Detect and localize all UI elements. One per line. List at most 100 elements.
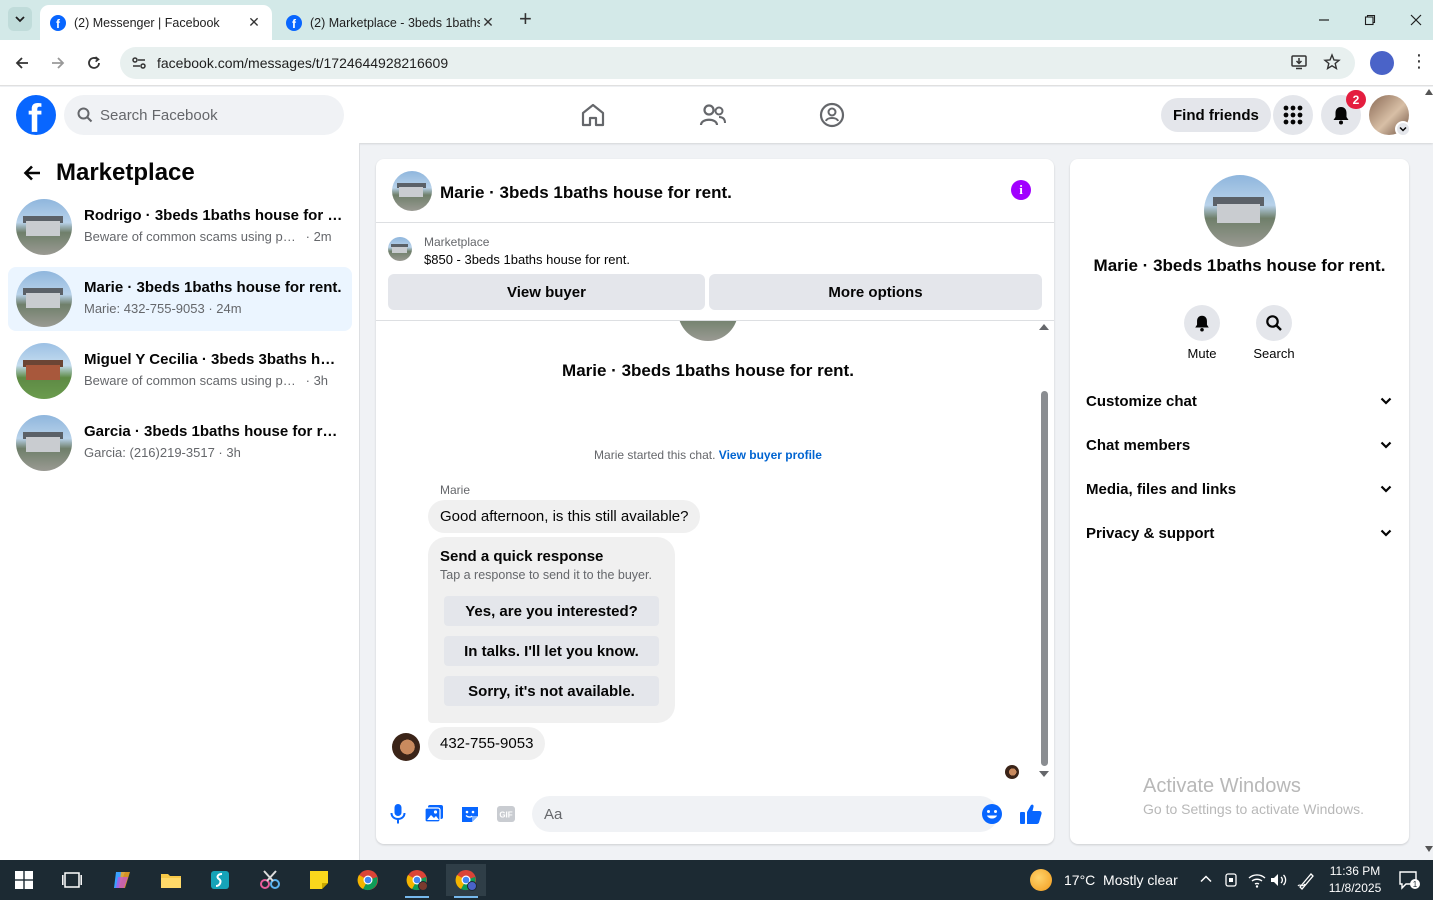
friends-icon[interactable] xyxy=(693,97,733,133)
mute-button[interactable]: Mute xyxy=(1172,305,1232,361)
details-name: Marie · 3beds 1baths house for rent. xyxy=(1093,256,1386,275)
search-in-chat-button[interactable]: Search xyxy=(1244,305,1304,361)
message-input-box[interactable] xyxy=(532,796,998,832)
task-view-icon[interactable] xyxy=(52,864,92,896)
svg-text:1: 1 xyxy=(1413,880,1418,889)
page-title: Marketplace xyxy=(56,159,195,186)
site-settings-icon[interactable] xyxy=(130,54,148,72)
message-bubble[interactable]: 432-755-9053 xyxy=(428,727,546,760)
reload-icon[interactable] xyxy=(81,50,107,76)
notification-center-icon[interactable]: 1 xyxy=(1398,870,1420,893)
scroll-up-arrow-icon[interactable] xyxy=(1039,324,1049,330)
conversation-item-marie[interactable]: Marie · 3beds 1baths house for rent. Mar… xyxy=(8,267,352,331)
message-thread[interactable]: Marie · 3beds 1baths house for rent. Mar… xyxy=(376,321,1054,783)
restore-icon[interactable] xyxy=(1347,0,1393,40)
listing-thumbnail xyxy=(16,271,72,327)
copilot-icon[interactable] xyxy=(102,864,142,896)
listing-thumbnail xyxy=(16,415,72,471)
file-explorer-icon[interactable] xyxy=(151,864,191,896)
sticky-notes-icon[interactable] xyxy=(299,864,339,896)
view-buyer-profile-link[interactable]: View buyer profile xyxy=(719,448,822,462)
close-tab-icon[interactable]: ✕ xyxy=(480,14,496,31)
message-input[interactable] xyxy=(544,796,964,832)
menu-grid-icon[interactable] xyxy=(1273,95,1313,135)
chevron-down-icon xyxy=(15,16,25,23)
conversation-snippet: Beware of common scams using payment... … xyxy=(84,229,332,244)
chrome-profile-icon[interactable] xyxy=(397,864,437,898)
conversation-item-garcia[interactable]: Garcia · 3beds 1baths house for rent. Ga… xyxy=(8,411,352,475)
install-app-icon[interactable] xyxy=(1290,53,1308,76)
scroll-down-arrow-icon[interactable] xyxy=(1039,771,1049,777)
details-avatar[interactable] xyxy=(1204,175,1276,247)
intro-name: Marie · 3beds 1baths house for rent. xyxy=(562,361,854,380)
groups-icon[interactable] xyxy=(812,97,852,133)
facebook-search-box[interactable] xyxy=(64,95,344,135)
page-scroll-up-icon[interactable] xyxy=(1425,89,1433,95)
system-clock[interactable]: 11:36 PM 11/8/2025 xyxy=(1322,863,1388,897)
tab-marketplace[interactable]: f (2) Marketplace - 3beds 1baths ✕ xyxy=(276,5,506,40)
close-tab-icon[interactable]: ✕ xyxy=(246,14,262,31)
section-media-files-links[interactable]: Media, files and links xyxy=(1086,469,1393,509)
back-arrow-icon[interactable] xyxy=(16,157,48,189)
chevron-down-icon[interactable] xyxy=(1395,121,1411,137)
volume-icon[interactable] xyxy=(1270,872,1288,891)
search-icon xyxy=(77,107,93,123)
quick-response-option[interactable]: In talks. I'll let you know. xyxy=(444,636,659,666)
conversation-item-miguel[interactable]: Miguel Y Cecilia · 3beds 3baths house fo… xyxy=(8,339,352,403)
sticker-icon[interactable] xyxy=(458,802,482,826)
address-bar[interactable]: facebook.com/messages/t/1724644928216609 xyxy=(120,47,1355,79)
browser-profile-icon[interactable] xyxy=(1370,51,1394,75)
meet-now-icon[interactable] xyxy=(1223,872,1239,891)
like-thumbs-up-icon[interactable] xyxy=(1019,802,1043,826)
more-options-button[interactable]: More options xyxy=(709,274,1042,310)
chat-avatar[interactable] xyxy=(392,171,432,211)
tab-search-button[interactable] xyxy=(8,7,32,31)
view-buyer-button[interactable]: View buyer xyxy=(388,274,705,310)
minimize-icon[interactable] xyxy=(1301,0,1347,40)
microphone-icon[interactable] xyxy=(386,802,410,826)
chat-scrollbar[interactable] xyxy=(1041,391,1048,766)
intro-avatar xyxy=(678,321,738,341)
message-composer: GIF xyxy=(376,789,1054,839)
close-window-icon[interactable] xyxy=(1393,0,1433,40)
chat-window: Marie · 3beds 1baths house for rent. i M… xyxy=(376,159,1054,844)
weather-widget[interactable]: 17°C Mostly clear xyxy=(1030,869,1178,891)
home-icon[interactable] xyxy=(573,97,613,133)
section-customize-chat[interactable]: Customize chat xyxy=(1086,381,1393,421)
quick-response-option[interactable]: Yes, are you interested? xyxy=(444,596,659,626)
show-hidden-icons-chevron-icon[interactable] xyxy=(1199,872,1213,889)
section-privacy-support[interactable]: Privacy & support xyxy=(1086,513,1393,553)
browser-menu-icon[interactable]: ⋮ xyxy=(1410,51,1428,72)
find-friends-button[interactable]: Find friends xyxy=(1161,98,1271,132)
tab-messenger[interactable]: f (2) Messenger | Facebook ✕ xyxy=(40,5,272,40)
snipping-tool-icon[interactable] xyxy=(250,864,290,896)
forward-icon[interactable] xyxy=(45,50,71,76)
chevron-down-icon xyxy=(1380,441,1392,449)
sender-avatar[interactable] xyxy=(392,733,420,761)
emoji-icon[interactable] xyxy=(980,802,1004,826)
facebook-search-input[interactable] xyxy=(100,95,330,135)
facebook-logo-icon[interactable]: f xyxy=(16,95,56,135)
section-chat-members[interactable]: Chat members xyxy=(1086,425,1393,465)
marketplace-listing-row[interactable]: Marketplace $850 - 3beds 1baths house fo… xyxy=(388,235,1042,269)
app-icon[interactable] xyxy=(200,864,240,896)
pen-icon[interactable] xyxy=(1297,872,1315,893)
new-tab-icon[interactable]: + xyxy=(519,8,532,30)
info-icon[interactable]: i xyxy=(1011,180,1031,200)
chat-title[interactable]: Marie · 3beds 1baths house for rent. xyxy=(440,183,732,203)
wifi-icon[interactable] xyxy=(1248,872,1266,891)
conversation-item-rodrigo[interactable]: Rodrigo · 3beds 1baths house for rent. B… xyxy=(8,195,352,259)
conversation-snippet: Marie: 432-755-9053 · 24m xyxy=(84,301,242,316)
message-bubble[interactable]: Good afternoon, is this still available? xyxy=(428,500,701,533)
windows-start-icon[interactable] xyxy=(4,864,44,896)
bookmark-star-icon[interactable] xyxy=(1323,53,1341,76)
page-scroll-down-icon[interactable] xyxy=(1425,846,1433,852)
back-icon[interactable] xyxy=(9,50,35,76)
chrome-active-window-icon[interactable] xyxy=(446,864,486,898)
photo-icon[interactable] xyxy=(422,802,446,826)
activate-windows-watermark: Activate Windows Go to Settings to activ… xyxy=(1143,775,1364,817)
gif-icon[interactable]: GIF xyxy=(494,802,518,826)
chrome-icon[interactable] xyxy=(348,864,388,896)
quick-response-option[interactable]: Sorry, it's not available. xyxy=(444,676,659,706)
quick-response-subtitle: Tap a response to send it to the buyer. xyxy=(440,568,652,582)
